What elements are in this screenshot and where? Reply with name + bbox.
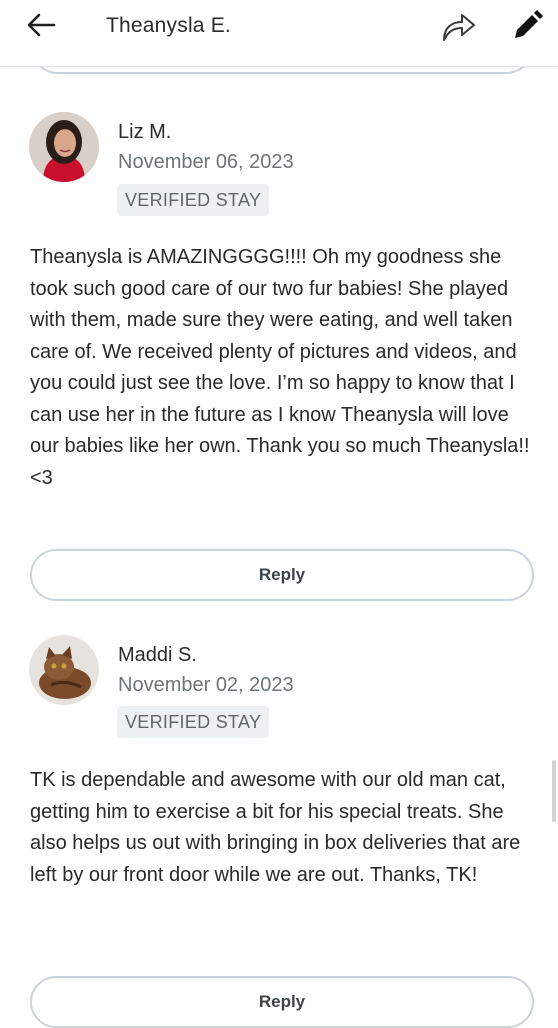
reply-button[interactable]: Reply bbox=[30, 976, 534, 1028]
edit-pencil-icon[interactable] bbox=[510, 9, 544, 43]
reviewer-name: Liz M. bbox=[118, 121, 172, 143]
review-date: November 06, 2023 bbox=[118, 151, 294, 173]
page-title: Theanysla E. bbox=[106, 14, 231, 37]
verified-stay-badge: VERIFIED STAY bbox=[117, 706, 270, 738]
avatar bbox=[29, 635, 99, 705]
review-text: Theanysla is AMAZINGGGG!!!! Oh my goodne… bbox=[30, 246, 530, 489]
reviewer-name: Maddi S. bbox=[118, 644, 197, 666]
share-icon[interactable] bbox=[438, 6, 478, 46]
back-arrow-icon[interactable] bbox=[24, 10, 58, 40]
top-app-bar: Theanysla E. bbox=[0, 0, 558, 67]
avatar bbox=[29, 112, 99, 182]
review-date: November 02, 2023 bbox=[118, 674, 294, 696]
reply-button[interactable]: Reply bbox=[30, 549, 534, 601]
avatar-photo-liz bbox=[29, 112, 99, 182]
avatar-photo-maddi bbox=[29, 635, 99, 705]
verified-stay-badge: VERIFIED STAY bbox=[117, 184, 270, 216]
scrollbar-thumb[interactable] bbox=[552, 760, 556, 822]
review-text: TK is dependable and awesome with our ol… bbox=[30, 769, 521, 886]
